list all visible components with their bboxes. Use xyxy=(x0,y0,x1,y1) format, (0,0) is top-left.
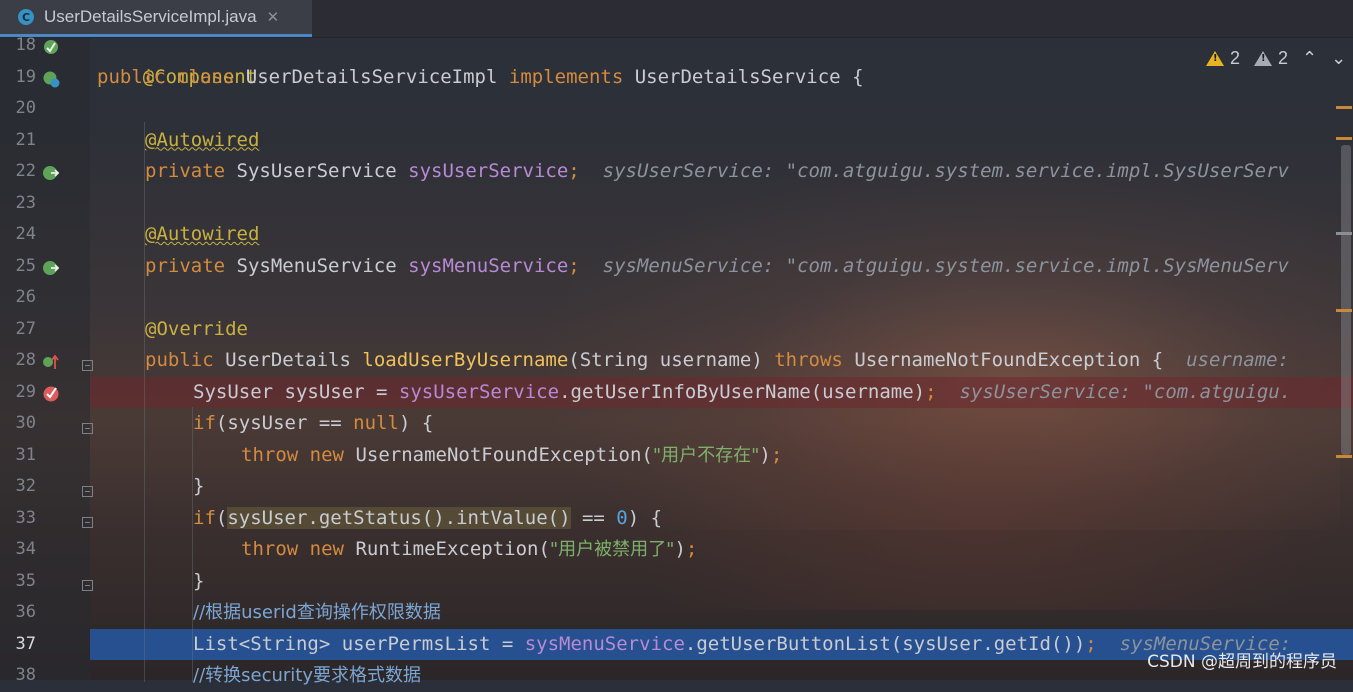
autowired-navigate-icon[interactable] xyxy=(42,259,60,277)
breakpoint-icon[interactable] xyxy=(42,384,60,402)
code-line-36: //根据userid查询操作权限数据 xyxy=(193,602,441,623)
close-icon[interactable]: ✕ xyxy=(267,8,280,26)
autowired-navigate-icon[interactable] xyxy=(42,164,60,182)
inline-value-hint: sysMenuService: "com.atguigu.system.serv… xyxy=(602,254,1289,277)
code-line-25: private SysMenuService sysMenuService; s… xyxy=(145,254,1289,277)
code-line-22: private SysUserService sysUserService; s… xyxy=(145,160,1289,182)
line-number: 25 xyxy=(15,255,36,276)
code-line-37: List<String> userPermsList = sysMenuServ… xyxy=(193,632,1292,655)
error-stripe-marker[interactable] xyxy=(1336,232,1352,235)
code-line-21: @Autowired xyxy=(145,128,260,151)
error-stripe-marker[interactable] xyxy=(1336,309,1352,312)
java-class-icon: C xyxy=(18,9,34,25)
code-line-34: throw new RuntimeException("用户被禁用了"); xyxy=(241,538,698,560)
code-line-28: public UserDetails loadUserByUsername(St… xyxy=(145,349,1290,371)
previous-problem-icon[interactable]: ⌃ xyxy=(1302,48,1317,69)
line-number: 32 xyxy=(15,476,36,496)
code-line-18: @Component xyxy=(142,65,258,88)
weak-warning-icon xyxy=(1254,51,1273,66)
inspection-widget[interactable]: 2 2 ⌃ ⌄ xyxy=(1206,48,1346,69)
inline-value-hint: sysUserService: "com.atguigu. xyxy=(959,380,1292,403)
inline-value-hint: username: xyxy=(1186,349,1290,371)
line-number: 21 xyxy=(15,129,36,150)
line-number: 38 xyxy=(15,665,36,685)
line-number: 26 xyxy=(15,287,36,307)
code-line-35: } xyxy=(193,569,205,592)
line-number: 19 xyxy=(15,66,36,87)
line-number: 22 xyxy=(15,161,36,181)
code-line-29: SysUser sysUser = sysUserService.getUser… xyxy=(193,380,1292,403)
spring-bean-icon[interactable] xyxy=(42,38,60,56)
line-number-current: 37 xyxy=(15,633,36,654)
warning-count: 2 xyxy=(1230,48,1241,68)
weak-warning-count: 2 xyxy=(1278,48,1289,68)
code-line-31: throw new UsernameNotFoundException("用户不… xyxy=(241,443,783,466)
spring-bean-implementation-icon[interactable] xyxy=(42,70,60,88)
line-number: 23 xyxy=(15,192,36,213)
next-problem-icon[interactable]: ⌄ xyxy=(1331,48,1346,69)
watermark: CSDN @超周到的程序员 xyxy=(1147,652,1337,672)
line-number: 30 xyxy=(15,413,36,433)
line-number: 24 xyxy=(15,224,36,244)
indent-guide xyxy=(144,122,145,682)
line-number: 35 xyxy=(15,570,36,591)
code-line-30: if(sysUser == null) { xyxy=(193,412,434,434)
line-number: 31 xyxy=(15,444,36,465)
code-line-27: @Override xyxy=(145,317,248,340)
error-stripe-marker[interactable] xyxy=(1336,137,1352,140)
line-number: 27 xyxy=(15,318,36,339)
code-line-38: //转换security要求格式数据 xyxy=(193,665,421,686)
code-editor[interactable]: @Component public class UserDetailsServi… xyxy=(90,37,1353,686)
line-number: 20 xyxy=(15,98,36,118)
line-number: 18 xyxy=(15,35,36,55)
code-line-32: } xyxy=(193,475,205,497)
line-number: 29 xyxy=(15,381,36,402)
inline-value-hint: sysUserService: "com.atguigu.system.serv… xyxy=(602,160,1289,182)
line-number: 36 xyxy=(15,602,36,622)
line-number: 33 xyxy=(15,507,36,528)
error-stripe-marker[interactable] xyxy=(1336,106,1352,109)
line-number: 28 xyxy=(15,350,36,370)
editor-gutter[interactable]: 18 19 20 21 22 23 24 25 26 27 28 29 30 3… xyxy=(0,35,93,685)
error-stripe-marker[interactable] xyxy=(1336,455,1352,458)
line-number: 34 xyxy=(15,539,36,559)
code-line-19: public class UserDetailsServiceImpl impl… xyxy=(97,65,864,88)
tab-title: UserDetailsServiceImpl.java xyxy=(44,7,257,26)
code-line-33: if(sysUser.getStatus().intValue() == 0) … xyxy=(193,506,663,529)
vertical-scrollbar[interactable] xyxy=(1341,145,1351,455)
warning-highlight: sysUser.getStatus().intValue() xyxy=(227,506,571,529)
override-method-icon[interactable] xyxy=(42,353,60,371)
code-line-24: @Autowired xyxy=(145,223,260,245)
warning-icon xyxy=(1206,51,1224,66)
